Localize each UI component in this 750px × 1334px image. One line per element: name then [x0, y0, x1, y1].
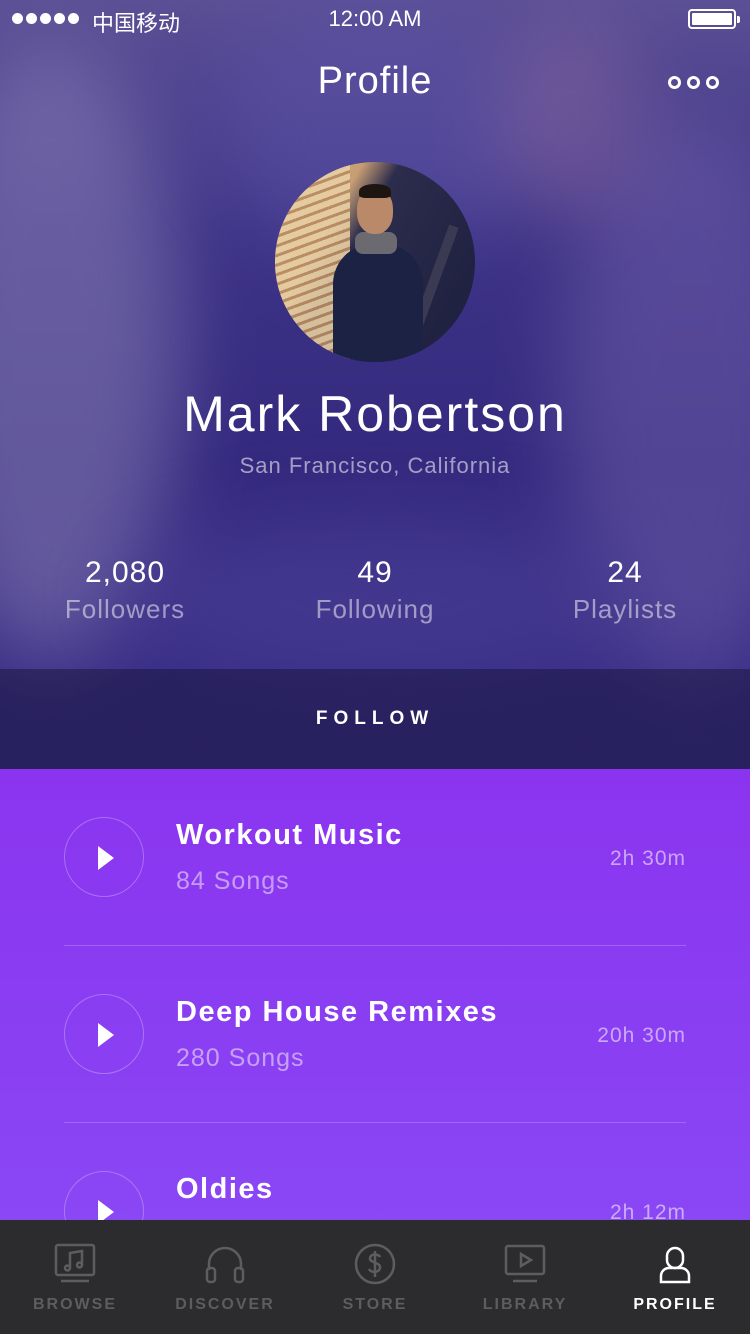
stat-following[interactable]: 49 Following [250, 556, 500, 625]
page-title: Profile [317, 60, 433, 102]
playlist-title: Oldies [176, 1173, 274, 1205]
battery-icon [688, 9, 740, 29]
tab-label: PROFILE [633, 1296, 717, 1313]
user-icon [659, 1246, 691, 1284]
playlist-duration: 2h 30m [609, 847, 686, 870]
stat-value: 49 [357, 556, 393, 589]
tab-label: DISCOVER [175, 1296, 275, 1313]
tab-browse[interactable]: BROWSE [0, 1220, 150, 1334]
stat-label: Following [315, 594, 435, 624]
playlist-title: Deep House Remixes [176, 996, 498, 1028]
playlist-item[interactable]: Workout Music 84 Songs 2h 30m [64, 769, 686, 946]
stat-label: Followers [64, 594, 186, 624]
dollar-icon [354, 1243, 396, 1285]
playlist-item[interactable]: Deep House Remixes 280 Songs 20h 30m [64, 946, 686, 1123]
play-icon[interactable] [64, 817, 144, 897]
status-bar: 中国移动 12:00 AM [0, 0, 750, 40]
stat-value: 2,080 [84, 556, 166, 589]
profile-name: Mark Robertson [183, 386, 567, 442]
follow-button[interactable]: FOLLOW [0, 669, 750, 769]
playlist-list: Workout Music 84 Songs 2h 30m Deep House… [0, 769, 750, 1220]
video-play-icon [504, 1244, 546, 1283]
playlist-song-count: 280 Songs [176, 1044, 305, 1072]
status-time: 12:00 AM [328, 6, 422, 31]
stat-value: 24 [607, 556, 643, 589]
stat-playlists[interactable]: 24 Playlists [500, 556, 750, 625]
tab-library[interactable]: LIBRARY [450, 1220, 600, 1334]
playlist-item[interactable]: Oldies 2h 12m [64, 1123, 686, 1220]
tab-discover[interactable]: DISCOVER [150, 1220, 300, 1334]
tab-label: BROWSE [33, 1296, 117, 1313]
headphones-icon [205, 1246, 245, 1284]
play-icon[interactable] [64, 994, 144, 1074]
avatar[interactable] [275, 162, 475, 362]
profile-location: San Francisco, California [239, 453, 511, 478]
music-note-icon [54, 1243, 96, 1283]
tab-label: LIBRARY [482, 1296, 568, 1313]
stat-followers[interactable]: 2,080 Followers [0, 556, 250, 625]
playlist-duration: 20h 30m [597, 1024, 686, 1047]
play-icon[interactable] [64, 1171, 144, 1220]
playlist-song-count: 84 Songs [176, 867, 290, 895]
playlist-duration: 2h 12m [609, 1201, 686, 1220]
tab-store[interactable]: STORE [300, 1220, 450, 1334]
tab-bar: BROWSE DISCOVER STORE LIBRARY PROFILE [0, 1220, 750, 1334]
tab-label: STORE [342, 1296, 408, 1313]
more-dots-icon[interactable] [668, 76, 719, 89]
tab-profile[interactable]: PROFILE [600, 1220, 750, 1334]
stat-label: Playlists [572, 594, 678, 624]
playlist-title: Workout Music [176, 819, 403, 851]
